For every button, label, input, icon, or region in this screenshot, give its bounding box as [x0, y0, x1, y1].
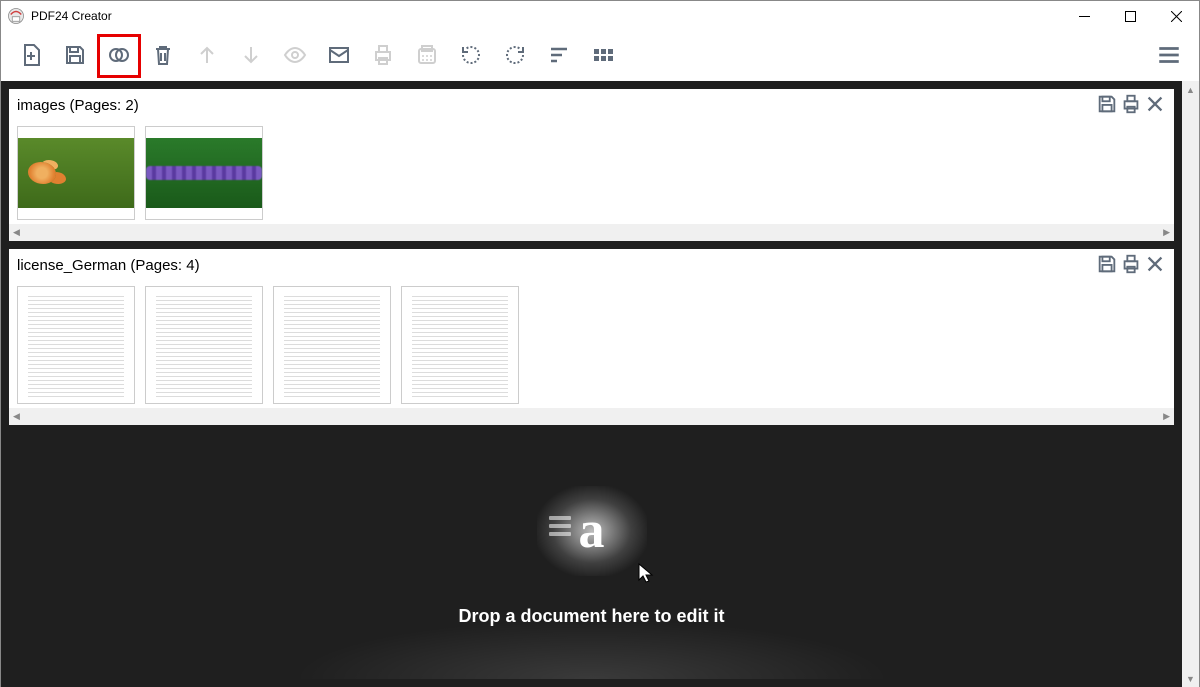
titlebar: PDF24 Creator	[1, 1, 1199, 31]
save-icon	[1096, 263, 1118, 278]
merge-button[interactable]	[97, 34, 141, 78]
close-icon	[1144, 103, 1166, 118]
page-thumbnail[interactable]	[17, 286, 135, 404]
main-toolbar	[1, 31, 1199, 81]
horizontal-scrollbar[interactable]: ◀▶	[9, 408, 1174, 425]
document-title: images (Pages: 2)	[17, 97, 1096, 114]
page-thumbnail[interactable]	[401, 286, 519, 404]
sort-button[interactable]	[537, 34, 581, 78]
print-icon	[1120, 103, 1142, 118]
doc-close-button[interactable]	[1144, 93, 1166, 118]
delete-icon	[151, 43, 175, 70]
page-thumbnail[interactable]	[145, 126, 263, 220]
maximize-button[interactable]	[1107, 1, 1153, 31]
grid-icon	[591, 43, 615, 70]
thumbnail-row	[9, 118, 1174, 224]
new-icon	[19, 43, 43, 70]
save-button[interactable]	[53, 34, 97, 78]
document-title: license_German (Pages: 4)	[17, 257, 1096, 274]
menu-button[interactable]	[1147, 34, 1191, 78]
close-button[interactable]	[1153, 1, 1199, 31]
merge-icon	[107, 43, 131, 70]
print-icon	[1120, 263, 1142, 278]
arrow-down-button	[229, 34, 273, 78]
print-button	[361, 34, 405, 78]
app-title: PDF24 Creator	[31, 9, 1061, 23]
thumbnail-row	[9, 278, 1174, 408]
save-icon	[1096, 103, 1118, 118]
doc-close-button[interactable]	[1144, 253, 1166, 278]
page-thumbnail[interactable]	[17, 126, 135, 220]
cursor-icon	[637, 562, 655, 584]
drop-char: a	[579, 505, 605, 557]
sort-icon	[547, 43, 571, 70]
window-controls	[1061, 1, 1199, 31]
delete-button[interactable]	[141, 34, 185, 78]
mail-button[interactable]	[317, 34, 361, 78]
preview-icon	[283, 43, 307, 70]
app-logo-icon	[7, 7, 25, 25]
minimize-button[interactable]	[1061, 1, 1107, 31]
rotate-left-icon	[459, 43, 483, 70]
save-icon	[63, 43, 87, 70]
page-thumbnail[interactable]	[273, 286, 391, 404]
glow-decoration	[292, 619, 892, 679]
fax-button	[405, 34, 449, 78]
drop-glow-icon: a	[537, 486, 647, 576]
rotate-right-button[interactable]	[493, 34, 537, 78]
new-button[interactable]	[9, 34, 53, 78]
arrow-up-button	[185, 34, 229, 78]
document-panel: images (Pages: 2) ◀▶	[9, 89, 1174, 241]
rotate-left-button[interactable]	[449, 34, 493, 78]
rotate-right-icon	[503, 43, 527, 70]
doc-save-button[interactable]	[1096, 93, 1118, 118]
horizontal-scrollbar[interactable]: ◀▶	[9, 224, 1174, 241]
close-icon	[1144, 263, 1166, 278]
doc-print-button[interactable]	[1120, 93, 1142, 118]
page-thumbnail[interactable]	[145, 286, 263, 404]
preview-button	[273, 34, 317, 78]
mail-icon	[327, 43, 351, 70]
grid-button[interactable]	[581, 34, 625, 78]
doc-save-button[interactable]	[1096, 253, 1118, 278]
workspace: images (Pages: 2) ◀▶ license_German (Pag…	[1, 81, 1199, 687]
fax-icon	[415, 43, 439, 70]
doc-print-button[interactable]	[1120, 253, 1142, 278]
document-panel: license_German (Pages: 4) ◀▶	[9, 249, 1174, 425]
arrow-down-icon	[239, 43, 263, 70]
drop-zone[interactable]: a Drop a document here to edit it	[9, 433, 1174, 679]
vertical-scrollbar[interactable]: ▲ ▼	[1182, 81, 1199, 687]
hamburger-icon	[1156, 42, 1182, 71]
print-icon	[371, 43, 395, 70]
arrow-up-icon	[195, 43, 219, 70]
